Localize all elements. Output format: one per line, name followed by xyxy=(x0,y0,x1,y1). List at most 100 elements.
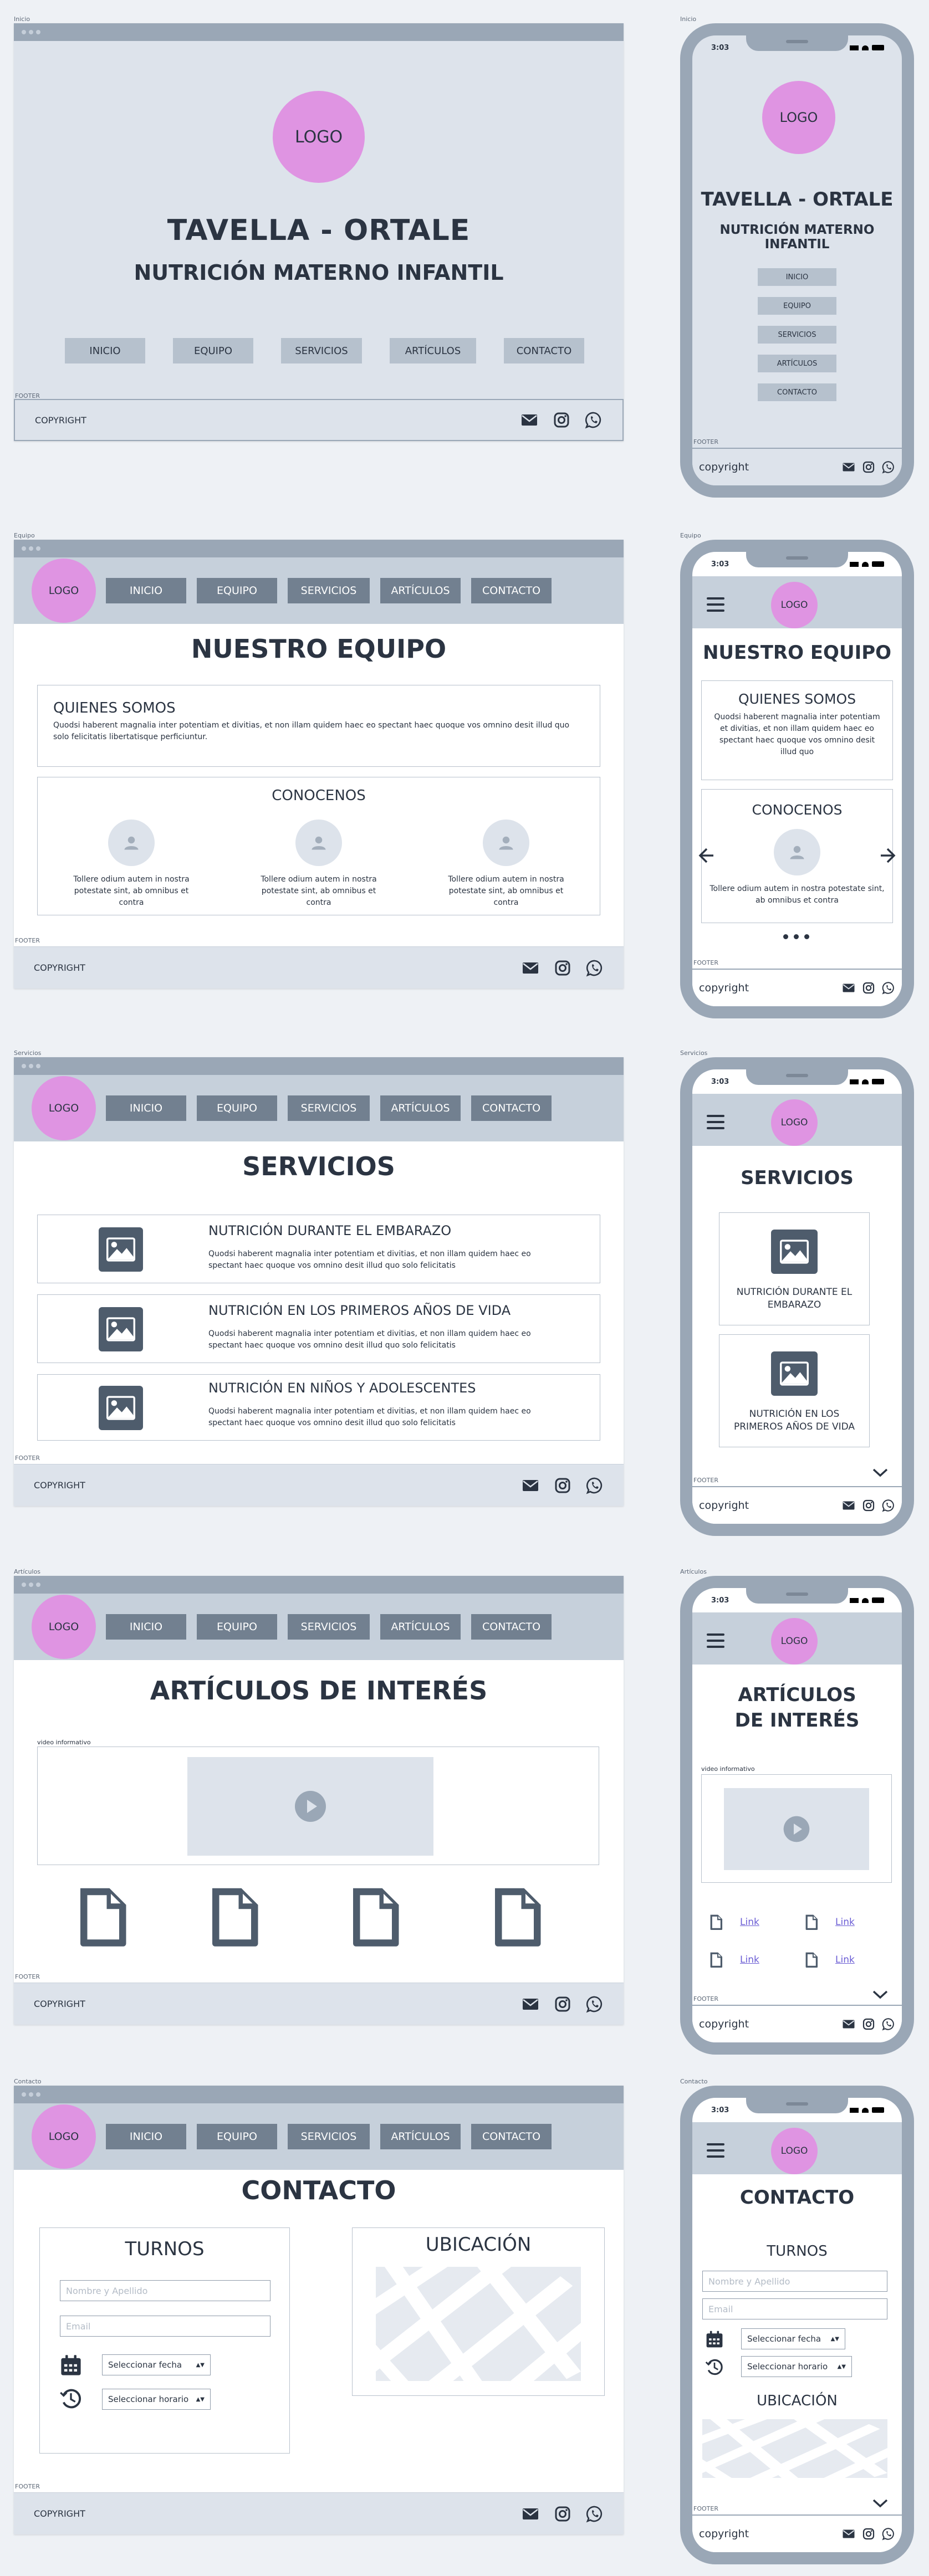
service-item[interactable]: NUTRICIÓN EN NIÑOS Y ADOLESCENTES Quodsi… xyxy=(37,1374,600,1441)
nav-articulos[interactable]: ARTÍCULOS xyxy=(380,1095,461,1121)
mail-icon[interactable] xyxy=(842,1499,855,1512)
video-player[interactable] xyxy=(187,1757,433,1856)
nav-contacto[interactable]: CONTACTO xyxy=(471,578,552,603)
video-player[interactable] xyxy=(724,1788,869,1870)
nav-contacto[interactable]: CONTACTO xyxy=(504,338,584,363)
nav-inicio[interactable]: INICIO xyxy=(106,1095,186,1121)
document-icon[interactable] xyxy=(348,1885,403,1948)
article-link-item[interactable]: Link xyxy=(709,1952,759,1968)
whatsapp-icon[interactable] xyxy=(882,2017,895,2031)
nav-articulos[interactable]: ARTÍCULOS xyxy=(380,2124,461,2149)
article-link-item[interactable]: Link xyxy=(804,1952,855,1968)
service-item[interactable]: NUTRICIÓN DURANTE EL EMBARAZO xyxy=(719,1212,870,1325)
nav-equipo[interactable]: EQUIPO xyxy=(758,297,836,315)
logo[interactable]: LOGO xyxy=(762,81,835,154)
nav-contacto[interactable]: CONTACTO xyxy=(471,2124,552,2149)
article-link[interactable]: Link xyxy=(740,1954,759,1965)
nav-inicio[interactable]: INICIO xyxy=(758,268,836,286)
instagram-icon[interactable] xyxy=(862,1499,875,1512)
whatsapp-icon[interactable] xyxy=(882,1499,895,1512)
whatsapp-icon[interactable] xyxy=(882,2527,895,2541)
service-item[interactable]: NUTRICIÓN EN LOS PRIMEROS AÑOS DE VIDA xyxy=(719,1334,870,1447)
nav-servicios[interactable]: SERVICIOS xyxy=(281,338,362,363)
nav-inicio[interactable]: INICIO xyxy=(106,1614,186,1640)
whatsapp-icon[interactable] xyxy=(882,460,895,474)
nav-equipo[interactable]: EQUIPO xyxy=(197,2124,277,2149)
whatsapp-icon[interactable] xyxy=(585,411,603,429)
article-link[interactable]: Link xyxy=(835,1917,855,1928)
menu-icon[interactable] xyxy=(707,597,724,612)
name-input[interactable]: Nombre y Apellido xyxy=(702,2271,887,2292)
logo[interactable]: LOGO xyxy=(32,1595,96,1659)
play-icon[interactable] xyxy=(783,1815,810,1843)
instagram-icon[interactable] xyxy=(554,2505,571,2523)
nav-servicios[interactable]: SERVICIOS xyxy=(288,1614,370,1640)
mail-icon[interactable] xyxy=(522,1995,539,2013)
chevron-down-icon[interactable] xyxy=(872,2498,889,2509)
mail-icon[interactable] xyxy=(842,2527,855,2541)
logo[interactable]: LOGO xyxy=(771,2128,818,2174)
mail-icon[interactable] xyxy=(522,959,539,977)
name-input[interactable]: Nombre y Apellido xyxy=(60,2280,270,2301)
nav-equipo[interactable]: EQUIPO xyxy=(197,1614,277,1640)
document-icon[interactable] xyxy=(489,1885,545,1948)
email-input[interactable]: Email xyxy=(702,2298,887,2319)
nav-inicio[interactable]: INICIO xyxy=(106,578,186,603)
nav-inicio[interactable]: INICIO xyxy=(106,2124,186,2149)
article-link[interactable]: Link xyxy=(740,1917,759,1928)
logo[interactable]: LOGO xyxy=(771,1618,818,1665)
nav-inicio[interactable]: INICIO xyxy=(65,338,145,363)
logo[interactable]: LOGO xyxy=(32,559,96,623)
date-select[interactable]: Seleccionar fecha ▲▼ xyxy=(102,2354,211,2375)
mail-icon[interactable] xyxy=(842,2017,855,2031)
play-icon[interactable] xyxy=(294,1790,327,1823)
nav-articulos[interactable]: ARTÍCULOS xyxy=(380,578,461,603)
menu-icon[interactable] xyxy=(707,1115,724,1129)
nav-contacto[interactable]: CONTACTO xyxy=(471,1095,552,1121)
instagram-icon[interactable] xyxy=(553,411,570,429)
instagram-icon[interactable] xyxy=(862,981,875,995)
nav-articulos[interactable]: ARTÍCULOS xyxy=(758,355,836,372)
instagram-icon[interactable] xyxy=(554,959,571,977)
date-select[interactable]: Seleccionar fecha ▲▼ xyxy=(741,2328,845,2349)
arrow-right-icon[interactable] xyxy=(877,846,897,866)
time-select[interactable]: Seleccionar horario ▲▼ xyxy=(102,2389,211,2410)
nav-contacto[interactable]: CONTACTO xyxy=(758,383,836,401)
nav-equipo[interactable]: EQUIPO xyxy=(197,578,277,603)
article-link-item[interactable]: Link xyxy=(804,1914,855,1930)
article-link-item[interactable]: Link xyxy=(709,1914,759,1930)
nav-articulos[interactable]: ARTÍCULOS xyxy=(390,338,476,363)
mail-icon[interactable] xyxy=(842,460,855,474)
mail-icon[interactable] xyxy=(842,981,855,995)
document-icon[interactable] xyxy=(75,1885,130,1948)
whatsapp-icon[interactable] xyxy=(586,1995,604,2013)
instagram-icon[interactable] xyxy=(554,1477,571,1494)
mail-icon[interactable] xyxy=(520,411,538,429)
menu-icon[interactable] xyxy=(707,2143,724,2158)
whatsapp-icon[interactable] xyxy=(882,981,895,995)
service-item[interactable]: NUTRICIÓN EN LOS PRIMEROS AÑOS DE VIDA Q… xyxy=(37,1294,600,1363)
instagram-icon[interactable] xyxy=(862,460,875,474)
nav-equipo[interactable]: EQUIPO xyxy=(197,1095,277,1121)
document-icon[interactable] xyxy=(207,1885,262,1948)
map[interactable] xyxy=(376,2267,581,2381)
menu-icon[interactable] xyxy=(707,1633,724,1648)
logo[interactable]: LOGO xyxy=(32,2104,96,2169)
map[interactable] xyxy=(702,2419,887,2478)
arrow-left-icon[interactable] xyxy=(697,846,717,866)
instagram-icon[interactable] xyxy=(554,1995,571,2013)
logo[interactable]: LOGO xyxy=(273,91,365,183)
nav-servicios[interactable]: SERVICIOS xyxy=(758,326,836,344)
whatsapp-icon[interactable] xyxy=(586,959,604,977)
nav-servicios[interactable]: SERVICIOS xyxy=(288,578,370,603)
time-select[interactable]: Seleccionar horario ▲▼ xyxy=(741,2356,852,2377)
carousel-dots[interactable] xyxy=(783,934,809,939)
nav-servicios[interactable]: SERVICIOS xyxy=(288,1095,370,1121)
logo[interactable]: LOGO xyxy=(32,1076,96,1140)
nav-servicios[interactable]: SERVICIOS xyxy=(288,2124,370,2149)
chevron-down-icon[interactable] xyxy=(872,1467,889,1478)
nav-articulos[interactable]: ARTÍCULOS xyxy=(380,1614,461,1640)
mail-icon[interactable] xyxy=(522,2505,539,2523)
nav-equipo[interactable]: EQUIPO xyxy=(173,338,253,363)
email-input[interactable]: Email xyxy=(60,2316,270,2337)
